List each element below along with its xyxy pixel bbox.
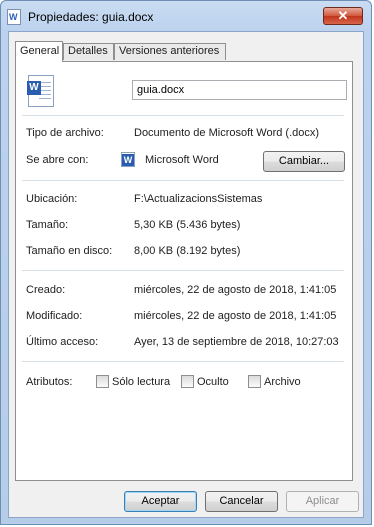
- file-type-label: Tipo de archivo:: [26, 127, 104, 139]
- modified-label: Modificado:: [26, 310, 83, 322]
- cancel-button[interactable]: Cancelar: [205, 491, 278, 512]
- title-bar[interactable]: W Propiedades: guia.docx ✕: [1, 1, 371, 31]
- size-on-disk-value: 8,00 KB (8.192 bytes): [134, 245, 241, 257]
- file-name-input[interactable]: [132, 80, 347, 100]
- read-only-label: Sólo lectura: [112, 376, 171, 388]
- divider: [22, 270, 344, 271]
- attributes-label: Atributos:: [26, 376, 73, 388]
- created-label: Creado:: [26, 284, 66, 296]
- accessed-label: Último acceso:: [26, 336, 99, 348]
- location-value: F:\ActualizacionsSistemas: [134, 193, 263, 205]
- opens-with-label: Se abre con:: [26, 154, 89, 166]
- size-value: 5,30 KB (5.436 bytes): [134, 219, 241, 231]
- accessed-value: Ayer, 13 de septiembre de 2018, 10:27:03: [134, 336, 339, 348]
- apply-button[interactable]: Aplicar: [286, 491, 359, 512]
- tab-detalles[interactable]: Detalles: [63, 43, 114, 60]
- ok-button[interactable]: Aceptar: [124, 491, 197, 512]
- tab-versiones-anteriores[interactable]: Versiones anteriores: [114, 43, 226, 60]
- hidden-checkbox[interactable]: [181, 375, 194, 388]
- word-document-icon: W: [27, 75, 54, 107]
- change-app-button[interactable]: Cambiar...: [263, 151, 345, 172]
- read-only-checkbox[interactable]: [96, 375, 109, 388]
- close-button[interactable]: ✕: [323, 7, 363, 25]
- word-app-icon: W: [121, 152, 135, 167]
- archive-label: Archivo: [264, 376, 301, 388]
- size-on-disk-label: Tamaño en disco:: [26, 245, 113, 257]
- window-title: Propiedades: guia.docx: [28, 10, 154, 24]
- hidden-label: Oculto: [197, 376, 229, 388]
- modified-value: miércoles, 22 de agosto de 2018, 1:41:05: [134, 310, 337, 322]
- location-label: Ubicación:: [26, 193, 78, 205]
- properties-window: W Propiedades: guia.docx ✕ General Detal…: [0, 0, 372, 525]
- word-document-icon: W: [7, 9, 21, 25]
- created-value: miércoles, 22 de agosto de 2018, 1:41:05: [134, 284, 337, 296]
- archive-checkbox[interactable]: [248, 375, 261, 388]
- dialog-body: General Detalles Versiones anteriores W …: [8, 31, 364, 518]
- divider: [22, 115, 344, 116]
- divider: [22, 180, 344, 181]
- tab-general[interactable]: General: [15, 41, 63, 62]
- divider: [22, 361, 344, 362]
- general-panel: W Tipo de archivo: Documento de Microsof…: [15, 61, 353, 481]
- size-label: Tamaño:: [26, 219, 69, 231]
- opens-with-app: Microsoft Word: [145, 154, 219, 166]
- file-type-value: Documento de Microsoft Word (.docx): [134, 127, 320, 139]
